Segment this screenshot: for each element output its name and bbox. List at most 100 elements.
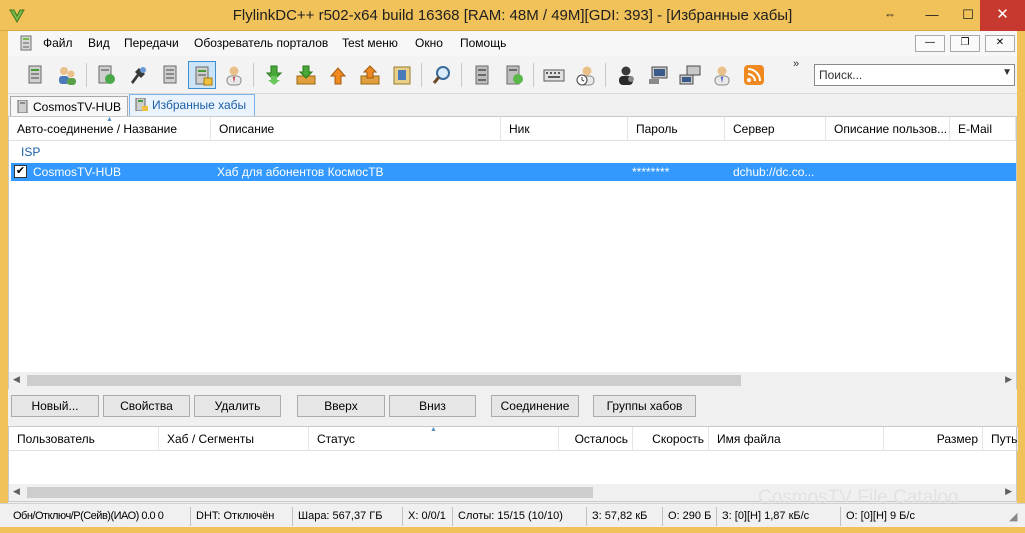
menu-file[interactable]: Файл — [43, 36, 73, 50]
column-header-email[interactable]: E-Mail — [950, 117, 1016, 141]
menu-help[interactable]: Помощь — [460, 36, 506, 50]
column-header-status[interactable]: ▲ Статус — [309, 427, 559, 451]
upload-icon[interactable] — [324, 61, 352, 89]
status-share: Шара: 567,37 ГБ — [292, 507, 400, 526]
downloads-icon[interactable] — [292, 61, 320, 89]
column-header-password[interactable]: Пароль — [628, 117, 725, 141]
favorite-hubs-icon — [135, 98, 148, 111]
toolbar-separator — [533, 63, 534, 87]
column-header-speed[interactable]: Скорость — [633, 427, 709, 451]
toolbar-separator — [86, 63, 87, 87]
computer-icon[interactable] — [644, 61, 672, 89]
column-header-description[interactable]: Описание — [211, 117, 501, 141]
hub-description: Хаб для абонентов КосмосТВ — [217, 165, 384, 179]
hub-window-icon[interactable] — [18, 35, 34, 51]
hub-server: dchub://dc.co... — [733, 165, 815, 179]
status-hubs: Х: 0/0/1 — [402, 507, 450, 526]
status-slots: Слоты: 15/15 (10/10) — [452, 507, 584, 526]
resize-grip-icon[interactable]: ◢ — [1004, 507, 1018, 526]
favorite-users-icon[interactable] — [220, 61, 248, 89]
column-header-server[interactable]: Сервер — [725, 117, 826, 141]
sort-ascending-icon: ▲ — [430, 427, 437, 433]
uploads-finished-icon[interactable] — [356, 61, 384, 89]
column-header-user-description[interactable]: Описание пользов... — [826, 117, 950, 141]
properties-button[interactable]: Свойства — [103, 395, 190, 417]
scrollbar-thumb[interactable] — [27, 487, 593, 498]
tab-label: Избранные хабы — [152, 98, 247, 112]
adl-search-icon[interactable] — [500, 61, 528, 89]
hub-server-icon[interactable] — [468, 61, 496, 89]
user-upload-icon[interactable] — [708, 61, 736, 89]
toolbar-overflow-button[interactable]: » — [793, 58, 799, 70]
keyboard-icon[interactable] — [540, 61, 568, 89]
window-frame-left — [0, 56, 8, 503]
move-up-button[interactable]: Вверх — [297, 395, 385, 417]
menu-portal-browser[interactable]: Обозреватель порталов — [194, 36, 328, 50]
column-header-name[interactable]: ▲ Авто-соединение / Название — [9, 117, 211, 141]
scroll-left-icon[interactable]: ◀ — [13, 486, 20, 497]
menu-transfers[interactable]: Передачи — [124, 36, 179, 50]
scrollbar-thumb[interactable] — [27, 375, 741, 386]
chevron-down-icon[interactable]: ▼ — [1002, 67, 1012, 78]
menu-bar: Файл Вид Передачи Обозреватель порталов … — [0, 31, 1025, 56]
tab-favorite-hubs[interactable]: Избранные хабы — [129, 94, 255, 116]
connect-button[interactable]: Соединение — [491, 395, 579, 417]
column-header-size[interactable]: Размер — [884, 427, 983, 451]
window-tabs: CosmosTV-HUB Избранные хабы — [8, 94, 1017, 116]
new-hub-button[interactable]: Новый... — [11, 395, 99, 417]
sort-ascending-icon: ▲ — [106, 117, 113, 123]
favorite-hubs-list-icon[interactable] — [156, 61, 184, 89]
menu-test[interactable]: Test меню — [342, 36, 398, 50]
download-queue-icon[interactable] — [260, 61, 288, 89]
user-group-icon[interactable] — [53, 61, 81, 89]
toolbar-separator — [605, 63, 606, 87]
connect-hub-icon[interactable] — [21, 61, 49, 89]
column-header-filename[interactable]: Имя файла — [709, 427, 884, 451]
rss-icon[interactable] — [740, 61, 768, 89]
column-header-remaining[interactable]: Осталось — [559, 427, 633, 451]
network-stats-icon[interactable] — [612, 61, 640, 89]
user-clock-icon[interactable] — [572, 61, 600, 89]
mdi-close-button[interactable]: ✕ — [985, 35, 1015, 52]
autoconnect-checkbox[interactable]: ✔ — [14, 165, 27, 178]
status-uploaded: О: 290 Б — [662, 507, 714, 526]
hub-groups-button[interactable]: Группы хабов — [593, 395, 696, 417]
file-folder-icon[interactable] — [388, 61, 416, 89]
search-input[interactable] — [815, 65, 990, 85]
column-header-hub-segments[interactable]: Хаб / Сегменты — [159, 427, 309, 451]
toolbar-separator — [421, 63, 422, 87]
table-row[interactable]: ✔ CosmosTV-HUB Хаб для абонентов КосмосТ… — [11, 163, 1016, 181]
favorite-hubs-icon[interactable] — [188, 61, 216, 89]
minimize-button[interactable]: — — [914, 0, 950, 31]
public-hubs-icon[interactable] — [92, 61, 120, 89]
tab-label: CosmosTV-HUB — [33, 100, 122, 114]
reconnect-icon[interactable] — [124, 61, 152, 89]
scroll-right-icon[interactable]: ▶ — [1005, 374, 1012, 385]
window-frame-bottom — [0, 527, 1025, 533]
menu-view[interactable]: Вид — [88, 36, 110, 50]
status-message: Обн/Отключ/Р(Сейв)(ИАО) 0.0 0 — [13, 510, 164, 522]
close-button[interactable]: ✕ — [980, 0, 1025, 31]
toolbar-separator — [253, 63, 254, 87]
computer-transfer-icon[interactable] — [676, 61, 704, 89]
toolbar-separator — [461, 63, 462, 87]
horizontal-scrollbar[interactable]: ◀ ▶ — [9, 372, 1016, 389]
tab-cosmostv-hub[interactable]: CosmosTV-HUB — [10, 96, 128, 116]
column-header-path[interactable]: Путь — [983, 427, 1018, 451]
mdi-minimize-button[interactable]: — — [915, 35, 945, 52]
hub-name: CosmosTV-HUB — [33, 165, 122, 179]
group-label: ISP — [21, 145, 41, 159]
move-down-button[interactable]: Вниз — [389, 395, 476, 417]
scroll-right-icon[interactable]: ▶ — [1005, 486, 1012, 497]
favorite-hubs-header: ▲ Авто-соединение / Название Описание Ни… — [9, 117, 1016, 141]
menu-window[interactable]: Окно — [415, 36, 443, 50]
column-header-user[interactable]: Пользователь — [9, 427, 159, 451]
search-combobox[interactable]: ▼ — [814, 64, 1015, 86]
search-icon[interactable] — [428, 61, 456, 89]
mdi-restore-button[interactable]: ❐ — [950, 35, 980, 52]
status-downloaded: З: 57,82 кБ — [586, 507, 660, 526]
remove-button[interactable]: Удалить — [194, 395, 281, 417]
pin-icon[interactable]: ⇔ — [872, 0, 908, 31]
column-header-nick[interactable]: Ник — [501, 117, 628, 141]
scroll-left-icon[interactable]: ◀ — [13, 374, 20, 385]
